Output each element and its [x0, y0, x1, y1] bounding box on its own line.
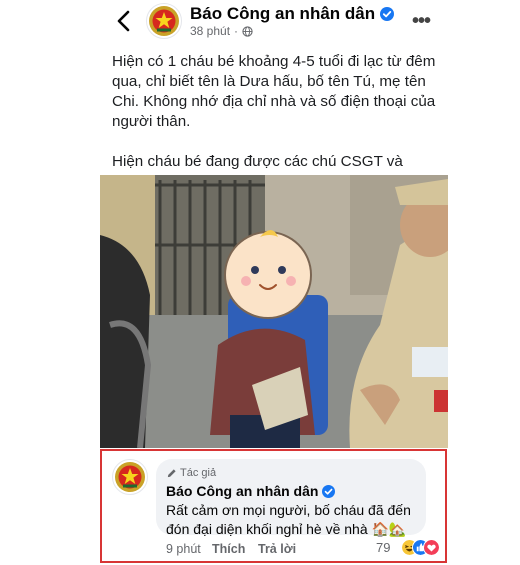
reaction-count: 79: [376, 540, 391, 555]
author-badge-label: Tác giả: [180, 467, 217, 479]
post-screen: Báo Công an nhân dân 38 phút · ••• Hiện …: [100, 0, 448, 565]
separator-dot: ·: [234, 24, 239, 38]
like-button[interactable]: Thích: [212, 542, 258, 556]
comment-author[interactable]: Báo Công an nhân dân: [166, 483, 336, 499]
comment-author-name: Báo Công an nhân dân: [166, 483, 319, 499]
globe-icon: [242, 25, 253, 37]
post-photo[interactable]: [100, 175, 448, 448]
post-paragraph-1: Hiện có 1 cháu bé khoảng 4-5 tuổi đi lạc…: [112, 53, 436, 130]
reply-button[interactable]: Trả lời: [258, 542, 296, 556]
love-reaction-icon: [423, 539, 441, 556]
more-dots-icon[interactable]: •••: [412, 11, 431, 31]
author-badge: Tác giả: [166, 467, 216, 479]
comment-text: Rất cảm ơn mọi người, bố cháu đã đến đón…: [166, 502, 411, 537]
back-chevron-icon[interactable]: [114, 9, 134, 33]
page-avatar[interactable]: [146, 3, 182, 39]
page-name-text: Báo Công an nhân dân: [190, 4, 376, 23]
verified-badge-icon: [322, 484, 336, 498]
post-header: Báo Công an nhân dân 38 phút · •••: [100, 0, 448, 44]
comment-reactions[interactable]: 79: [376, 539, 441, 556]
post-meta: 38 phút ·: [190, 24, 253, 38]
highlighted-comment: Tác giả Báo Công an nhân dân Rất cảm ơn …: [100, 449, 447, 563]
pen-icon: [167, 468, 176, 477]
post-time[interactable]: 38 phút: [190, 24, 230, 38]
verified-badge-icon: [380, 7, 395, 21]
page-name[interactable]: Báo Công an nhân dân: [190, 4, 395, 24]
police-emblem-icon: [115, 462, 145, 492]
photo-illustration: [100, 175, 448, 448]
police-emblem-icon: [149, 6, 179, 36]
comment-time[interactable]: 9 phút: [166, 542, 202, 556]
comment-actions: 9 phút Thích Trả lời: [166, 542, 296, 556]
comment-avatar[interactable]: [112, 459, 148, 495]
comment-bubble: Tác giả Báo Công an nhân dân Rất cảm ơn …: [156, 459, 426, 537]
